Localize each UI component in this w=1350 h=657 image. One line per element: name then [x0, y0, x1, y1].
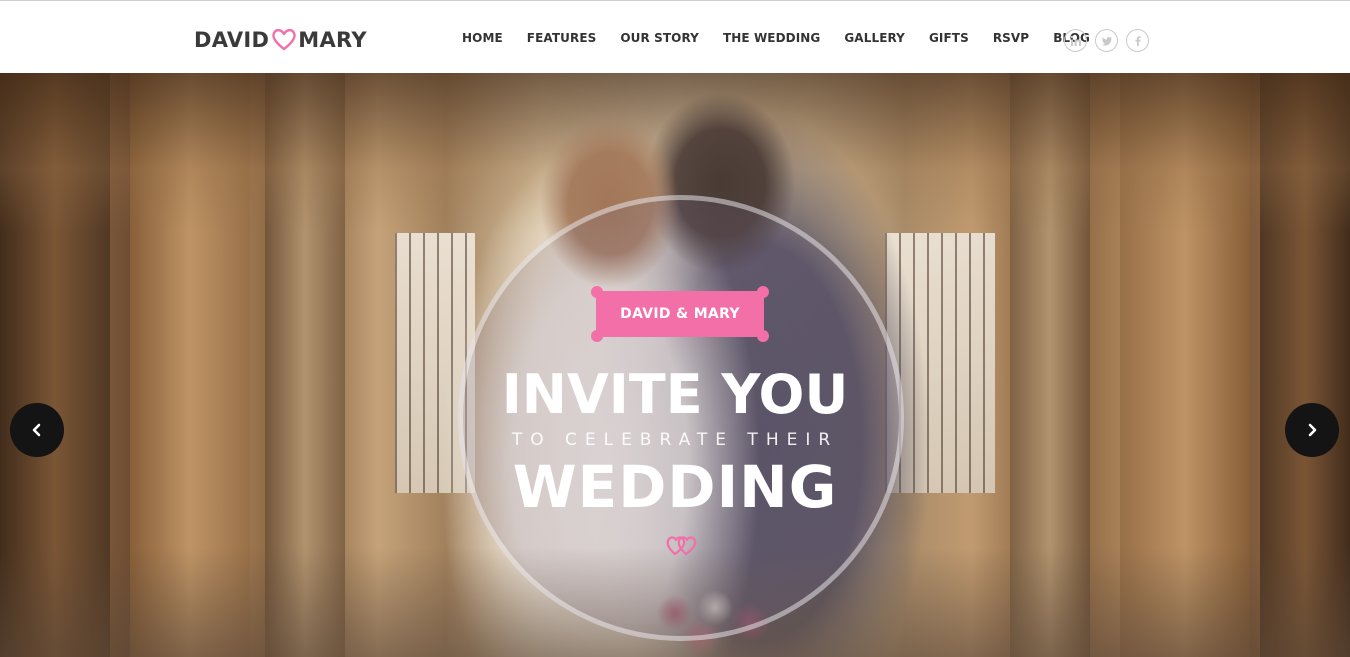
- nav-item-the-wedding[interactable]: THE WEDDING: [711, 31, 832, 45]
- badge-corner: [591, 286, 603, 298]
- hero-slider: DAVID & MARY INVITE YOU TO CELEBRATE THE…: [0, 73, 1350, 657]
- facebook-icon: [1135, 35, 1141, 46]
- heart-icon: [272, 28, 297, 51]
- nav-item-gifts[interactable]: GIFTS: [917, 31, 981, 45]
- linkedin-icon: [1070, 35, 1081, 46]
- twitter-link[interactable]: [1095, 29, 1118, 52]
- badge-corner: [757, 330, 769, 342]
- site-header: DAVID MARY HOME FEATURES OUR STORY THE W…: [0, 0, 1350, 73]
- logo-first-name: DAVID: [194, 28, 270, 52]
- nav-item-our-story[interactable]: OUR STORY: [608, 31, 711, 45]
- facebook-link[interactable]: [1126, 29, 1149, 52]
- linkedin-link[interactable]: [1064, 29, 1087, 52]
- twitter-icon: [1101, 36, 1112, 46]
- badge-corner: [591, 330, 603, 342]
- nav-item-gallery[interactable]: GALLERY: [832, 31, 917, 45]
- chevron-left-icon: [32, 423, 41, 437]
- logo-second-name: MARY: [298, 28, 367, 52]
- slider-prev-button[interactable]: [10, 403, 64, 457]
- slider-next-button[interactable]: [1285, 403, 1339, 457]
- hero-heading-invite: INVITE YOU: [501, 363, 849, 426]
- nav-item-rsvp[interactable]: RSVP: [981, 31, 1041, 45]
- main-nav: HOME FEATURES OUR STORY THE WEDDING GALL…: [450, 1, 1102, 74]
- badge-corner: [757, 286, 769, 298]
- chevron-right-icon: [1308, 423, 1317, 437]
- social-links: [1064, 29, 1149, 52]
- site-logo[interactable]: DAVID MARY: [194, 25, 367, 55]
- couple-badge-text: DAVID & MARY: [620, 306, 740, 322]
- hero-subheading: TO CELEBRATE THEIR: [511, 430, 839, 450]
- couple-badge: DAVID & MARY: [591, 286, 769, 342]
- nav-item-features[interactable]: FEATURES: [515, 31, 609, 45]
- hero-heading-wedding: WEDDING: [512, 453, 838, 521]
- nav-item-home[interactable]: HOME: [450, 31, 515, 45]
- wedding-rings-icon: [666, 536, 697, 556]
